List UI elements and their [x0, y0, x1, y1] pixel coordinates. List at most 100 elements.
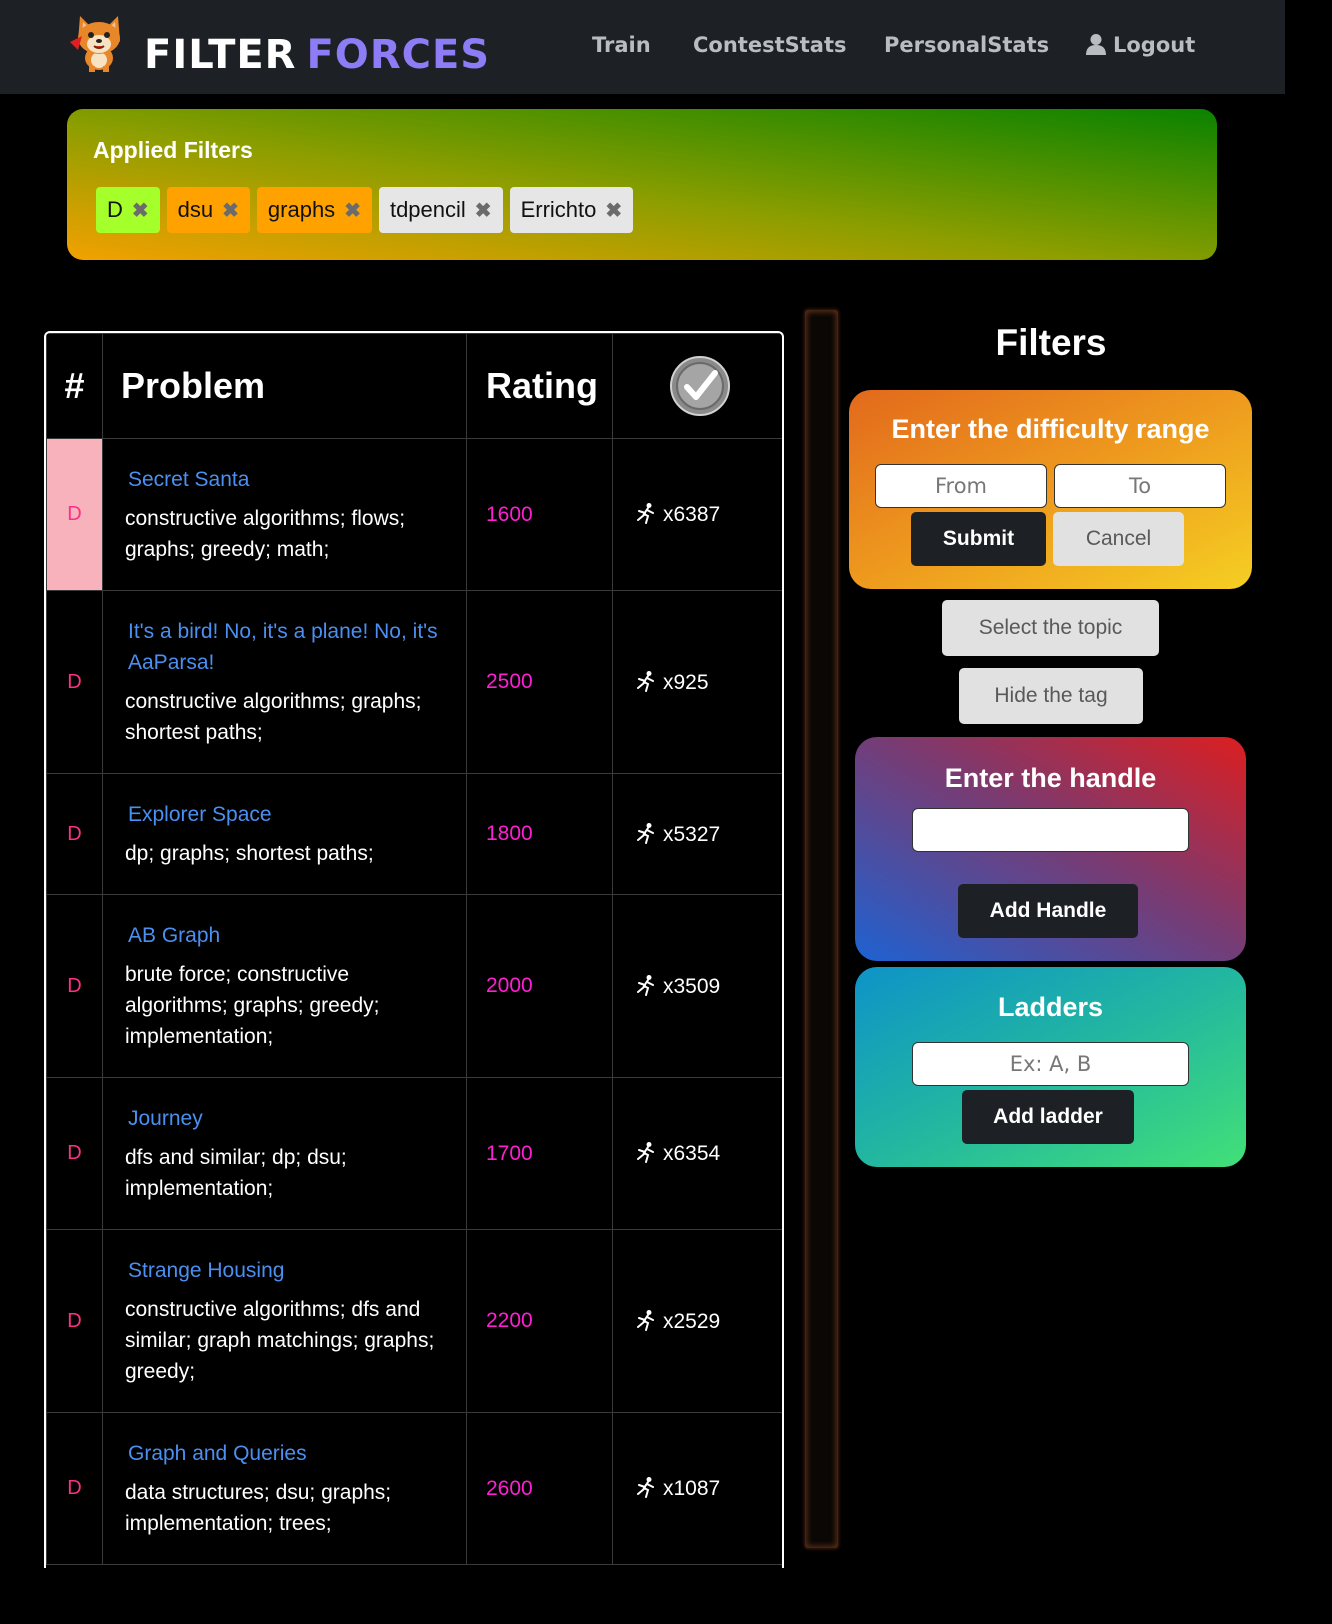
problem-cell: Strange Housing constructive algorithms;…: [102, 1229, 467, 1413]
check-circle-icon[interactable]: [669, 355, 731, 417]
solved-count-cell: x6387: [612, 438, 782, 591]
nav-conteststats[interactable]: ContestStats: [693, 33, 846, 57]
solved-count-cell: x925: [612, 590, 782, 774]
table-row: D Journey dfs and similar; dp; dsu; impl…: [46, 1077, 782, 1230]
problem-tags: data structures; dsu; graphs; implementa…: [125, 1481, 392, 1535]
problem-tags: dp; graphs; shortest paths;: [125, 842, 374, 865]
runner-icon: [637, 1309, 654, 1331]
filter-chip[interactable]: D ✖: [96, 187, 160, 233]
row-index: D: [46, 1077, 103, 1230]
chip-label: dsu: [177, 197, 214, 222]
ladder-input[interactable]: Ex: A, B: [912, 1042, 1189, 1086]
runner-icon: [637, 822, 654, 844]
problem-tags: constructive algorithms; graphs; shortes…: [125, 690, 422, 744]
chip-label: Errichto: [520, 197, 597, 222]
rating-to-input[interactable]: To: [1054, 464, 1226, 508]
problem-rating: 2200: [466, 1229, 613, 1413]
row-index: D: [46, 590, 103, 774]
runner-icon: [637, 974, 654, 996]
row-index: D: [46, 1229, 103, 1413]
table-row: D Graph and Queries data structures; dsu…: [46, 1412, 782, 1565]
runner-icon: [637, 670, 654, 692]
remove-chip-icon[interactable]: ✖: [132, 198, 149, 223]
chip-label: graphs: [267, 197, 336, 222]
solved-count: x925: [663, 670, 709, 694]
navbar: FILTER FORCES Train ContestStats Personal…: [0, 0, 1285, 94]
nav-personalstats[interactable]: PersonalStats: [884, 33, 1049, 57]
header-solved[interactable]: [612, 333, 782, 439]
problem-link[interactable]: Strange Housing: [125, 1255, 446, 1286]
logo-word-filter: FILTER: [144, 32, 297, 78]
problem-link[interactable]: It's a bird! No, it's a plane! No, it's …: [125, 616, 446, 678]
runner-icon: [637, 1142, 654, 1163]
applied-filters-panel: Applied Filters D ✖ dsu ✖ graphs ✖ tdpen…: [67, 109, 1217, 260]
problem-link[interactable]: Secret Santa: [125, 464, 446, 495]
problem-cell: Graph and Queries data structures; dsu; …: [102, 1412, 467, 1565]
remove-chip-icon[interactable]: ✖: [344, 198, 361, 223]
header-problem[interactable]: Problem: [102, 333, 467, 439]
filters-title: Filters: [995, 322, 1107, 363]
problem-cell: AB Graph brute force; constructive algor…: [102, 894, 467, 1078]
solved-count: x5327: [663, 822, 721, 846]
problem-cell: Journey dfs and similar; dp; dsu; implem…: [102, 1077, 467, 1230]
header-rating[interactable]: Rating: [466, 333, 613, 439]
row-index: D: [46, 773, 103, 895]
table-header-row: # Problem Rating: [46, 333, 782, 439]
solved-count: x6354: [663, 1142, 721, 1165]
user-icon: [1086, 34, 1106, 55]
logo-word-forces: FORCES: [306, 32, 491, 78]
solved-count-cell: x6354: [612, 1077, 782, 1230]
table-row: D It's a bird! No, it's a plane! No, it'…: [46, 590, 782, 774]
handle-title: Enter the handle: [944, 763, 1157, 793]
solved-count-cell: x2529: [612, 1229, 782, 1413]
row-index: D: [46, 894, 103, 1078]
handle-input[interactable]: [912, 808, 1189, 852]
problem-rating: 2600: [466, 1412, 613, 1565]
cancel-button[interactable]: Cancel: [1053, 512, 1184, 566]
runner-icon: [637, 1477, 654, 1498]
hide-tag-button[interactable]: Hide the tag: [959, 668, 1143, 724]
problem-tags: constructive algorithms; dfs and similar…: [125, 1298, 435, 1383]
runner-icon: [637, 503, 654, 524]
select-topic-button[interactable]: Select the topic: [942, 600, 1159, 656]
problem-cell: Secret Santa constructive algorithms; fl…: [102, 438, 467, 591]
add-ladder-button[interactable]: Add ladder: [962, 1090, 1134, 1144]
logo-text: FILTER FORCES: [144, 32, 490, 78]
table-row: D Strange Housing constructive algorithm…: [46, 1229, 782, 1413]
problem-rating: 1700: [466, 1077, 613, 1230]
solved-count: x1087: [663, 1477, 721, 1500]
add-handle-button[interactable]: Add Handle: [958, 884, 1138, 938]
problem-tags: dfs and similar; dp; dsu; implementation…: [125, 1146, 347, 1200]
solved-count: x2529: [663, 1309, 721, 1333]
logo[interactable]: FILTER FORCES: [70, 12, 489, 82]
problem-link[interactable]: Journey: [125, 1103, 446, 1134]
filter-chip[interactable]: Errichto ✖: [509, 187, 634, 233]
nav-logout[interactable]: Logout: [1085, 33, 1195, 57]
table-row: D Secret Santa constructive algorithms; …: [46, 438, 782, 591]
problem-link[interactable]: Explorer Space: [125, 799, 446, 830]
panel-divider: [805, 310, 838, 1548]
problem-link[interactable]: Graph and Queries: [125, 1438, 446, 1469]
remove-chip-icon[interactable]: ✖: [475, 198, 492, 223]
solved-count: x6387: [663, 503, 721, 526]
problem-cell: Explorer Space dp; graphs; shortest path…: [102, 773, 467, 895]
difficulty-range-card: Enter the difficulty range From To Submi…: [849, 390, 1252, 589]
filter-chip[interactable]: tdpencil ✖: [378, 187, 503, 233]
difficulty-title: Enter the difficulty range: [891, 414, 1210, 444]
problem-rating: 1600: [466, 438, 613, 591]
nav-train[interactable]: Train: [592, 33, 651, 57]
filter-chip[interactable]: graphs ✖: [256, 187, 372, 233]
applied-filters-title: Applied Filters: [93, 137, 253, 163]
problem-link[interactable]: AB Graph: [125, 920, 446, 951]
filter-chips: D ✖ dsu ✖ graphs ✖ tdpencil ✖ Errichto ✖: [96, 187, 634, 233]
remove-chip-icon[interactable]: ✖: [222, 198, 239, 223]
problem-rating: 2500: [466, 590, 613, 774]
remove-chip-icon[interactable]: ✖: [605, 198, 622, 223]
rating-from-input[interactable]: From: [875, 464, 1047, 508]
problem-rating: 2000: [466, 894, 613, 1078]
filter-chip[interactable]: dsu ✖: [166, 187, 250, 233]
submit-button[interactable]: Submit: [911, 512, 1046, 566]
problem-rating: 1800: [466, 773, 613, 895]
header-index: #: [46, 333, 103, 439]
table-row: D AB Graph brute force; constructive alg…: [46, 894, 782, 1078]
